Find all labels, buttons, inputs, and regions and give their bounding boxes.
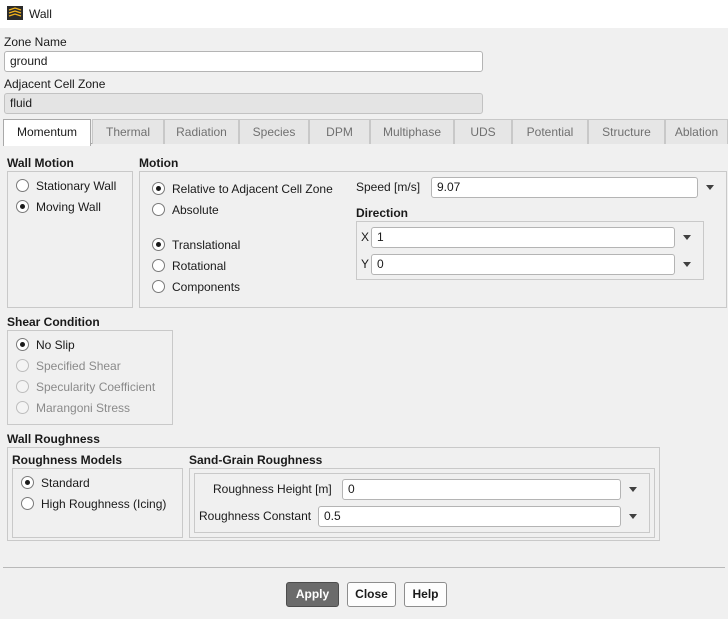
standard-roughness-radio[interactable] — [21, 476, 34, 489]
high-roughness-label[interactable]: High Roughness (Icing) — [41, 497, 166, 511]
stationary-wall-radio[interactable] — [16, 179, 29, 192]
tab-dpm[interactable]: DPM — [309, 119, 370, 144]
stationary-wall-label[interactable]: Stationary Wall — [36, 179, 116, 193]
title-bar: Wall — [0, 0, 728, 28]
window-title: Wall — [29, 7, 52, 21]
roughness-constant-dropdown-icon[interactable] — [629, 514, 637, 519]
moving-wall-radio[interactable] — [16, 200, 29, 213]
no-slip-radio[interactable] — [16, 338, 29, 351]
wall-motion-title: Wall Motion — [7, 156, 74, 170]
direction-y-input[interactable]: 0 — [371, 254, 675, 275]
zone-name-label: Zone Name — [4, 35, 67, 49]
sand-grain-roughness-title: Sand-Grain Roughness — [189, 453, 323, 467]
speed-dropdown-icon[interactable] — [706, 185, 714, 190]
tab-multiphase[interactable]: Multiphase — [370, 119, 454, 144]
tab-radiation[interactable]: Radiation — [164, 119, 239, 144]
translational-radio[interactable] — [152, 238, 165, 251]
shear-condition-title: Shear Condition — [7, 315, 100, 329]
tab-ablation[interactable]: Ablation — [665, 119, 728, 144]
no-slip-label[interactable]: No Slip — [36, 338, 75, 352]
tab-bar: Momentum Thermal Radiation Species DPM M… — [3, 119, 728, 146]
zone-name-input[interactable]: ground — [4, 51, 483, 72]
direction-y-dropdown-icon[interactable] — [683, 262, 691, 267]
roughness-constant-label: Roughness Constant — [199, 509, 312, 523]
speed-input[interactable]: 9.07 — [431, 177, 698, 198]
direction-x-dropdown-icon[interactable] — [683, 235, 691, 240]
rotational-label[interactable]: Rotational — [172, 259, 226, 273]
speed-label: Speed [m/s] — [356, 180, 421, 194]
apply-button[interactable]: Apply — [286, 582, 339, 607]
roughness-constant-input[interactable]: 0.5 — [318, 506, 621, 527]
standard-roughness-label[interactable]: Standard — [41, 476, 90, 490]
direction-title: Direction — [356, 206, 409, 220]
marangoni-stress-radio — [16, 401, 29, 414]
footer-separator — [3, 567, 725, 568]
adjacent-cell-zone-label: Adjacent Cell Zone — [4, 77, 106, 91]
close-button[interactable]: Close — [347, 582, 396, 607]
roughness-models-title: Roughness Models — [12, 453, 123, 467]
moving-wall-label[interactable]: Moving Wall — [36, 200, 101, 214]
tab-uds[interactable]: UDS — [454, 119, 512, 144]
translational-label[interactable]: Translational — [172, 238, 240, 252]
direction-x-label: X — [361, 230, 370, 244]
tab-species[interactable]: Species — [239, 119, 309, 144]
components-radio[interactable] — [152, 280, 165, 293]
motion-title: Motion — [139, 156, 179, 170]
roughness-height-input[interactable]: 0 — [342, 479, 621, 500]
relative-adjacent-label[interactable]: Relative to Adjacent Cell Zone — [172, 182, 333, 196]
tab-potential[interactable]: Potential — [512, 119, 588, 144]
adjacent-cell-zone-field: fluid — [4, 93, 483, 114]
specularity-coefficient-radio — [16, 380, 29, 393]
help-button[interactable]: Help — [404, 582, 447, 607]
specularity-coefficient-label: Specularity Coefficient — [36, 380, 156, 394]
direction-y-label: Y — [361, 257, 370, 271]
marangoni-stress-label: Marangoni Stress — [36, 401, 131, 415]
wall-roughness-title: Wall Roughness — [7, 432, 100, 446]
tab-structure[interactable]: Structure — [588, 119, 665, 144]
rotational-radio[interactable] — [152, 259, 165, 272]
specified-shear-label: Specified Shear — [36, 359, 121, 373]
specified-shear-radio — [16, 359, 29, 372]
direction-x-input[interactable]: 1 — [371, 227, 675, 248]
roughness-height-label: Roughness Height [m] — [213, 482, 332, 496]
roughness-height-dropdown-icon[interactable] — [629, 487, 637, 492]
ansys-logo-icon — [7, 6, 23, 23]
tab-momentum[interactable]: Momentum — [3, 119, 91, 146]
high-roughness-radio[interactable] — [21, 497, 34, 510]
relative-adjacent-radio[interactable] — [152, 182, 165, 195]
components-label[interactable]: Components — [172, 280, 240, 294]
absolute-radio[interactable] — [152, 203, 165, 216]
tab-thermal[interactable]: Thermal — [92, 119, 164, 144]
absolute-label[interactable]: Absolute — [172, 203, 219, 217]
